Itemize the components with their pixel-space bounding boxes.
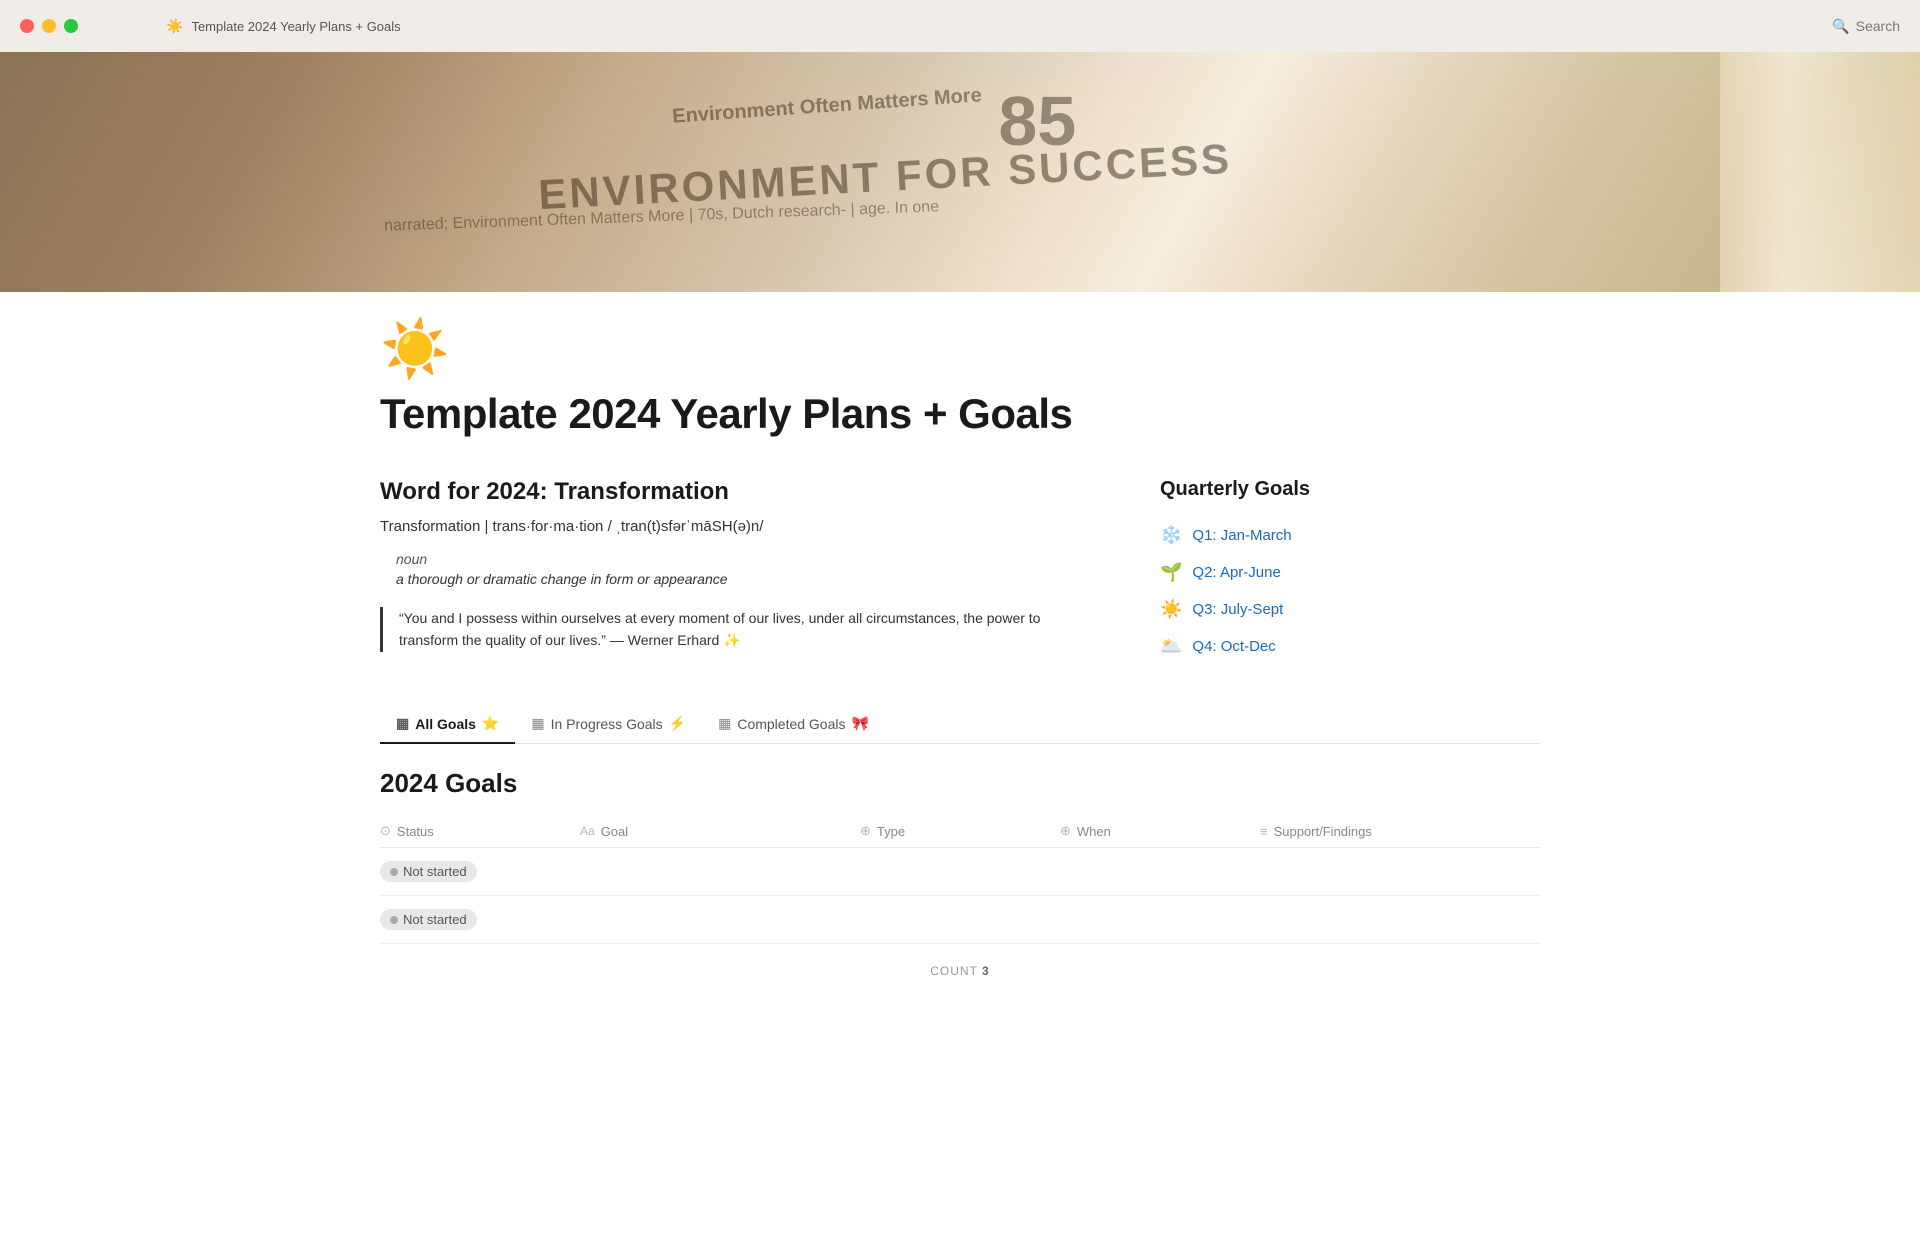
quarterly-goals-heading: Quarterly Goals bbox=[1160, 478, 1540, 501]
row1-status-cell: Not started bbox=[380, 861, 580, 882]
traffic-lights: ☀️ Template 2024 Yearly Plans + Goals 🔍 … bbox=[0, 0, 1920, 52]
tab-completed-goals[interactable]: ▦ Completed Goals 🎀 bbox=[702, 705, 885, 744]
row1-status-dot bbox=[390, 868, 398, 876]
cover-stripe bbox=[1720, 52, 1920, 292]
q4-label: Q4: Oct-Dec bbox=[1192, 638, 1275, 655]
when-col-label: When bbox=[1077, 824, 1111, 839]
q1-label: Q1: Jan-March bbox=[1192, 527, 1291, 544]
quarterly-item-q4[interactable]: 🌥️ Q4: Oct-Dec bbox=[1160, 628, 1540, 665]
support-col-icon: ≡ bbox=[1260, 824, 1268, 839]
q3-label: Q3: July-Sept bbox=[1192, 601, 1283, 618]
page-header: ☀️ Template 2024 Yearly Plans + Goals bbox=[380, 292, 1540, 438]
tab-completed-icon: ▦ bbox=[718, 715, 731, 732]
traffic-light-green[interactable] bbox=[64, 19, 78, 33]
page-content: ☀️ Template 2024 Yearly Plans + Goals Wo… bbox=[260, 292, 1660, 998]
search-button[interactable]: 🔍 Search bbox=[1832, 18, 1900, 35]
cover-image: Environment Often Matters More 85 ENVIRO… bbox=[0, 52, 1920, 292]
breadcrumb-text: Template 2024 Yearly Plans + Goals bbox=[191, 19, 400, 34]
word-pronunciation: Transformation | trans·for·ma·tion / ˌtr… bbox=[380, 518, 1080, 535]
table-row[interactable]: Not started bbox=[380, 848, 1540, 896]
tab-all-goals-emoji: ⭐ bbox=[482, 715, 499, 732]
goal-col-label: Goal bbox=[601, 824, 628, 839]
quote-text: “You and I possess within ourselves at e… bbox=[399, 607, 1080, 652]
goals-heading: 2024 Goals bbox=[380, 768, 1540, 799]
word-section: Word for 2024: Transformation Transforma… bbox=[380, 478, 1080, 665]
q1-icon: ❄️ bbox=[1160, 525, 1182, 546]
when-col-icon: ⊕ bbox=[1060, 823, 1071, 839]
breadcrumb-icon: ☀️ bbox=[166, 18, 183, 35]
tab-all-goals-icon: ▦ bbox=[396, 715, 409, 732]
count-value: 3 bbox=[982, 964, 990, 978]
goals-tabs: ▦ All Goals ⭐ ▦ In Progress Goals ⚡ ▦ Co… bbox=[380, 705, 1540, 744]
tab-in-progress-goals[interactable]: ▦ In Progress Goals ⚡ bbox=[515, 705, 702, 744]
row1-status-badge: Not started bbox=[380, 861, 477, 882]
tab-completed-emoji: 🎀 bbox=[852, 715, 869, 732]
search-icon: 🔍 bbox=[1832, 18, 1849, 35]
page-icon: ☀️ bbox=[380, 316, 1540, 382]
col-header-when: ⊕ When bbox=[1060, 823, 1260, 839]
col-header-type: ⊕ Type bbox=[860, 823, 1060, 839]
goals-section: 2024 Goals ⊙ Status Aa Goal ⊕ Type ⊕ Whe… bbox=[380, 768, 1540, 998]
tab-completed-label: Completed Goals bbox=[737, 716, 845, 732]
col-header-support: ≡ Support/Findings bbox=[1260, 824, 1540, 839]
goal-col-icon: Aa bbox=[580, 824, 595, 838]
table-row[interactable]: Not started bbox=[380, 896, 1540, 944]
traffic-light-yellow[interactable] bbox=[42, 19, 56, 33]
tab-all-goals[interactable]: ▦ All Goals ⭐ bbox=[380, 705, 515, 744]
tab-in-progress-emoji: ⚡ bbox=[669, 715, 686, 732]
quarterly-item-q3[interactable]: ☀️ Q3: July-Sept bbox=[1160, 591, 1540, 628]
search-label[interactable]: Search bbox=[1856, 18, 1900, 34]
word-pos: noun bbox=[380, 551, 1080, 567]
status-col-icon: ⊙ bbox=[380, 823, 391, 839]
quarterly-item-q2[interactable]: 🌱 Q2: Apr-June bbox=[1160, 554, 1540, 591]
q4-icon: 🌥️ bbox=[1160, 636, 1182, 657]
table-header: ⊙ Status Aa Goal ⊕ Type ⊕ When ≡ Support… bbox=[380, 815, 1540, 848]
status-col-label: Status bbox=[397, 824, 434, 839]
page-title: Template 2024 Yearly Plans + Goals bbox=[380, 390, 1540, 438]
col-header-goal: Aa Goal bbox=[580, 824, 860, 839]
q2-icon: 🌱 bbox=[1160, 562, 1182, 583]
tab-in-progress-label: In Progress Goals bbox=[551, 716, 663, 732]
count-label: COUNT bbox=[930, 964, 977, 978]
traffic-light-red[interactable] bbox=[20, 19, 34, 33]
blockquote: “You and I possess within ourselves at e… bbox=[380, 607, 1080, 652]
two-col-layout: Word for 2024: Transformation Transforma… bbox=[380, 478, 1540, 665]
type-col-icon: ⊕ bbox=[860, 823, 871, 839]
count-row: COUNT 3 bbox=[380, 944, 1540, 998]
type-col-label: Type bbox=[877, 824, 905, 839]
quarterly-goals-list: ❄️ Q1: Jan-March 🌱 Q2: Apr-June ☀️ Q3: J… bbox=[1160, 517, 1540, 665]
breadcrumb: ☀️ Template 2024 Yearly Plans + Goals bbox=[166, 18, 401, 35]
row1-status-text: Not started bbox=[403, 864, 467, 879]
row2-status-cell: Not started bbox=[380, 909, 580, 930]
quarterly-goals-section: Quarterly Goals ❄️ Q1: Jan-March 🌱 Q2: A… bbox=[1160, 478, 1540, 665]
row2-status-badge: Not started bbox=[380, 909, 477, 930]
quarterly-item-q1[interactable]: ❄️ Q1: Jan-March bbox=[1160, 517, 1540, 554]
word-definition: a thorough or dramatic change in form or… bbox=[380, 571, 1080, 587]
support-col-label: Support/Findings bbox=[1274, 824, 1372, 839]
tab-in-progress-icon: ▦ bbox=[531, 715, 544, 732]
row2-status-text: Not started bbox=[403, 912, 467, 927]
col-header-status: ⊙ Status bbox=[380, 823, 580, 839]
tab-all-goals-label: All Goals bbox=[415, 716, 476, 732]
q2-label: Q2: Apr-June bbox=[1192, 564, 1280, 581]
word-heading: Word for 2024: Transformation bbox=[380, 478, 1080, 506]
row2-status-dot bbox=[390, 916, 398, 924]
q3-icon: ☀️ bbox=[1160, 599, 1182, 620]
